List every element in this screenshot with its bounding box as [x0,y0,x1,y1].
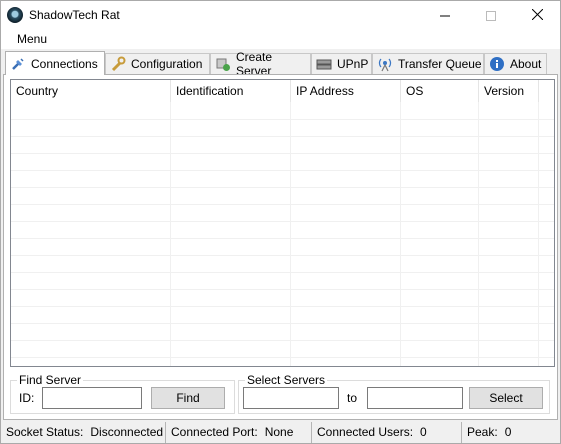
grid-row-line [11,238,554,239]
connected-port-panel: Connected Port: None [166,422,312,443]
connected-port-value: None [264,425,294,439]
connected-port-label: Connected Port: [171,425,258,439]
minimize-button[interactable] [422,1,468,29]
grid-column-divider [170,102,171,366]
to-label: to [347,391,358,405]
tab-panel-connections: Country Identification IP Address OS Ver… [3,74,558,420]
tab-label: Configuration [131,57,203,71]
tab-transfer-queue[interactable]: Transfer Queue [372,53,484,74]
minimize-icon [440,15,450,17]
grid-row-line [11,153,554,154]
tab-label: About [510,57,542,71]
menu-item-menu[interactable]: Menu [17,32,47,46]
connections-list[interactable]: Country Identification IP Address OS Ver… [10,79,555,367]
find-server-group: Find Server ID: Find [10,373,235,414]
socket-status-value: Disconnected [90,425,164,439]
grid-row-line [11,221,554,222]
grid-row-line [11,272,554,273]
info-icon [489,56,505,72]
grid-row-line [11,255,554,256]
router-icon [316,56,332,72]
connected-users-panel: Connected Users: 0 [312,422,462,443]
tab-label: Connections [31,56,98,71]
grid-row-line [11,289,554,290]
select-to-input[interactable] [367,387,463,409]
connections-list-body [11,102,554,366]
grid-column-divider [400,102,401,366]
select-servers-group-title: Select Servers [245,373,328,387]
grid-row-line [11,119,554,120]
socket-status-panel: Socket Status: Disconnected [1,422,166,443]
select-button[interactable]: Select [469,387,543,409]
title-bar[interactable]: ShadowTech Rat [1,1,560,29]
app-logo-icon [7,7,23,23]
menu-bar: Menu [1,29,560,49]
grid-row-line [11,187,554,188]
column-header-identification[interactable]: Identification [171,80,291,102]
wrench-icon [110,56,126,72]
tab-upnp[interactable]: UPnP [311,53,372,74]
maximize-button[interactable] [468,1,514,29]
peak-value: 0 [504,425,512,439]
close-button[interactable] [514,1,560,29]
connected-users-value: 0 [420,425,427,439]
grid-row-line [11,204,554,205]
tab-configuration[interactable]: Configuration [105,53,210,74]
column-header-ip-address[interactable]: IP Address [291,80,401,102]
connections-list-header: Country Identification IP Address OS Ver… [11,80,554,102]
tab-create-server[interactable]: Create Server [210,50,311,78]
column-header-country[interactable]: Country [11,80,171,102]
peak-panel: Peak: 0 [462,422,558,443]
grid-row-line [11,340,554,341]
connection-plug-icon [10,56,26,72]
column-header-version[interactable]: Version [479,80,539,102]
grid-row-line [11,136,554,137]
grid-row-line [11,170,554,171]
grid-row-line [11,306,554,307]
antenna-icon [377,56,393,72]
tab-label: Transfer Queue [398,57,482,71]
maximize-icon [486,11,496,22]
tab-about[interactable]: About [484,53,547,74]
find-server-group-title: Find Server [17,373,84,387]
column-header-os[interactable]: OS [401,80,479,102]
id-label: ID: [19,391,35,405]
window-title: ShadowTech Rat [29,8,120,22]
server-gear-icon [215,56,231,72]
grid-column-divider [538,102,539,366]
grid-column-divider [290,102,291,366]
grid-column-divider [478,102,479,366]
find-button[interactable]: Find [151,387,225,409]
connected-users-label: Connected Users: [317,425,414,439]
grid-row-line [11,357,554,358]
grid-row-line [11,323,554,324]
tab-label: UPnP [337,57,369,71]
close-icon [531,8,543,21]
find-server-id-input[interactable] [42,387,142,409]
socket-status-label: Socket Status: [6,425,84,439]
app-window: ShadowTech Rat Menu Connections Configur… [0,0,561,444]
tab-connections[interactable]: Connections [5,51,105,75]
select-from-input[interactable] [243,387,339,409]
status-bar: Socket Status: Disconnected Connected Por… [1,422,560,443]
select-servers-group: Select Servers to Select [238,373,550,414]
peak-label: Peak: [467,425,498,439]
